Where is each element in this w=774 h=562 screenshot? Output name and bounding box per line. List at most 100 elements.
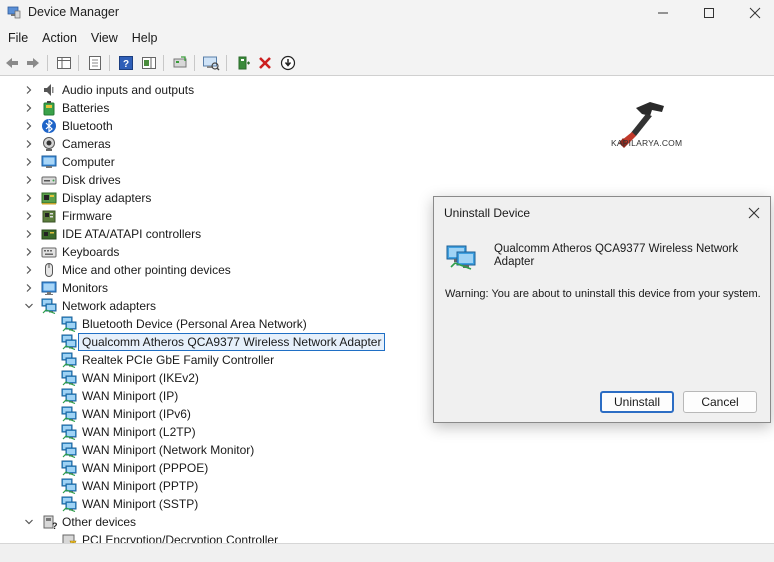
maximize-button[interactable]	[686, 0, 732, 26]
chevron-right-icon[interactable]	[24, 283, 34, 293]
disk-drive-icon	[41, 176, 57, 185]
mouse-icon	[45, 263, 53, 277]
tree-item-label: WAN Miniport (IPv6)	[82, 407, 191, 421]
update-driver-icon	[173, 56, 187, 68]
close-icon	[749, 7, 761, 19]
chevron-right-icon[interactable]	[24, 157, 34, 167]
disable-device-button[interactable]	[278, 53, 298, 73]
chevron-right-icon[interactable]	[24, 103, 34, 113]
uninstall-button[interactable]: Uninstall	[600, 391, 674, 413]
network-adapter-icon	[41, 298, 57, 314]
properties-button[interactable]	[85, 53, 105, 73]
chevron-right-icon[interactable]	[24, 85, 34, 95]
chevron-down-icon[interactable]	[24, 301, 34, 311]
tree-item-label: Computer	[62, 155, 115, 169]
update-driver-button[interactable]	[170, 53, 190, 73]
tree-category[interactable]: ? Other devices	[0, 513, 774, 531]
tree-device[interactable]: WAN Miniport (SSTP)	[0, 495, 774, 513]
toolbar-separator	[47, 55, 48, 71]
chevron-right-icon[interactable]	[24, 247, 34, 257]
back-button[interactable]	[2, 53, 22, 73]
cancel-button[interactable]: Cancel	[683, 391, 757, 413]
tree-item-label: Bluetooth	[62, 119, 113, 133]
disable-device-icon	[280, 55, 296, 71]
network-adapter-icon	[61, 352, 77, 368]
toolbar: ?	[0, 50, 774, 76]
window-title: Device Manager	[28, 5, 120, 19]
chevron-right-icon[interactable]	[24, 193, 34, 203]
network-adapter-icon	[61, 460, 77, 476]
tree-category[interactable]: Audio inputs and outputs	[0, 81, 774, 99]
chevron-right-icon[interactable]	[24, 175, 34, 185]
properties-icon	[89, 56, 101, 70]
help-button[interactable]: ?	[116, 53, 136, 73]
chevron-right-icon[interactable]	[24, 121, 34, 131]
network-adapter-icon	[446, 245, 476, 270]
unknown-device-icon	[62, 534, 77, 543]
status-bar	[0, 543, 774, 562]
battery-icon	[43, 101, 55, 116]
forward-button[interactable]	[23, 53, 43, 73]
tree-item-label: PCI Encryption/Decryption Controller	[82, 533, 279, 543]
maximize-icon	[704, 8, 714, 18]
tree-item-label: Audio inputs and outputs	[62, 83, 195, 97]
uninstall-device-button[interactable]	[255, 53, 275, 73]
tree-item-label: Bluetooth Device (Personal Area Network)	[82, 317, 307, 331]
toolbar-separator	[163, 55, 164, 71]
ide-controller-icon	[41, 229, 57, 240]
tree-item-label: IDE ATA/ATAPI controllers	[62, 227, 202, 241]
keyboard-icon	[41, 247, 57, 258]
chevron-down-icon[interactable]	[24, 517, 34, 527]
tree-device[interactable]: PCI Encryption/Decryption Controller	[0, 531, 774, 543]
dialog-close-button[interactable]	[744, 203, 764, 223]
tree-item-label: WAN Miniport (PPTP)	[82, 479, 199, 493]
show-hide-console-tree-button[interactable]	[54, 53, 74, 73]
tree-item-label: Realtek PCIe GbE Family Controller	[82, 353, 275, 367]
network-adapter-icon	[61, 478, 77, 494]
chevron-right-icon[interactable]	[24, 229, 34, 239]
tree-category[interactable]: Computer	[0, 153, 774, 171]
minimize-button[interactable]	[640, 0, 686, 26]
network-adapter-icon	[61, 442, 77, 458]
action-pane-button[interactable]	[139, 53, 159, 73]
menu-action[interactable]: Action	[35, 31, 84, 45]
scan-hardware-changes-button[interactable]	[201, 53, 221, 73]
close-window-button[interactable]	[732, 0, 774, 26]
tree-item-label: Qualcomm Atheros QCA9377 Wireless Networ…	[78, 333, 386, 351]
bluetooth-icon	[42, 119, 56, 133]
help-icon: ?	[119, 56, 133, 70]
tree-device[interactable]: WAN Miniport (PPPOE)	[0, 459, 774, 477]
uninstall-x-icon	[259, 57, 271, 69]
dialog-title: Uninstall Device	[444, 206, 531, 220]
back-arrow-icon	[6, 58, 18, 68]
add-legacy-hardware-button[interactable]	[233, 53, 253, 73]
menu-file[interactable]: File	[0, 31, 35, 45]
uninstall-device-dialog: Uninstall Device Qualcomm Atheros QCA937…	[433, 196, 771, 423]
menu-bar: File Action View Help	[0, 26, 774, 50]
tree-item-label: Mice and other pointing devices	[62, 263, 231, 277]
network-adapter-icon	[61, 316, 77, 332]
scan-hardware-icon	[203, 56, 220, 71]
menu-help[interactable]: Help	[125, 31, 165, 45]
speaker-icon	[44, 84, 54, 96]
camera-icon	[43, 137, 55, 151]
title-bar: Device Manager	[0, 0, 774, 26]
chevron-right-icon[interactable]	[24, 139, 34, 149]
tree-item-label: WAN Miniport (PPPOE)	[82, 461, 209, 475]
tree-device[interactable]: WAN Miniport (L2TP)	[0, 423, 774, 441]
tree-device[interactable]: WAN Miniport (Network Monitor)	[0, 441, 774, 459]
tree-device[interactable]: WAN Miniport (PPTP)	[0, 477, 774, 495]
tree-category[interactable]: Disk drives	[0, 171, 774, 189]
add-hardware-icon	[238, 56, 250, 70]
computer-icon	[41, 155, 57, 168]
chevron-right-icon[interactable]	[24, 211, 34, 221]
tree-item-label: Batteries	[62, 101, 110, 115]
tree-item-label: WAN Miniport (IKEv2)	[82, 371, 199, 385]
menu-view[interactable]: View	[84, 31, 125, 45]
tree-item-label: WAN Miniport (SSTP)	[82, 497, 199, 511]
console-tree-icon	[57, 57, 71, 69]
tree-item-label: WAN Miniport (L2TP)	[82, 425, 196, 439]
tree-item-label: WAN Miniport (IP)	[82, 389, 179, 403]
network-adapter-icon	[61, 370, 77, 386]
chevron-right-icon[interactable]	[24, 265, 34, 275]
